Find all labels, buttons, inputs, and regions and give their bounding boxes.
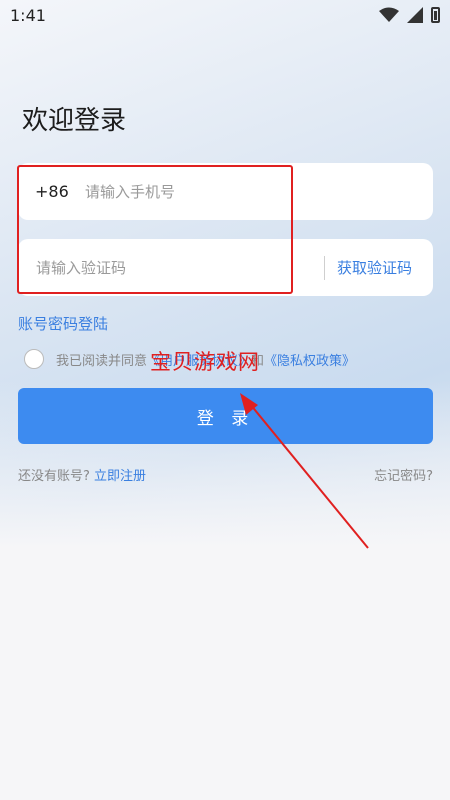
no-account-text: 还没有账号? [18, 469, 90, 484]
agreement-checkbox[interactable] [24, 349, 44, 369]
phone-field-card: +86 [18, 163, 433, 220]
bottom-row: 还没有账号? 立即注册 忘记密码? [18, 465, 433, 484]
get-code-button[interactable]: 获取验证码 [337, 257, 412, 278]
wifi-icon [379, 7, 399, 22]
status-icons [379, 7, 440, 23]
code-field-card: 获取验证码 [18, 239, 433, 296]
password-login-link[interactable]: 账号密码登陆 [18, 313, 108, 334]
verification-code-input[interactable] [36, 258, 306, 277]
cellular-signal-icon [407, 7, 423, 23]
country-code[interactable]: +86 [35, 182, 85, 201]
page-title: 欢迎登录 [22, 106, 127, 136]
agreement-prefix: 我已阅读并同意 [56, 353, 148, 369]
status-bar: 1:41 [0, 0, 450, 30]
battery-icon [431, 7, 440, 23]
register-prompt: 还没有账号? 立即注册 [18, 465, 146, 484]
login-button[interactable]: 登 录 [18, 388, 433, 444]
phone-input[interactable] [85, 182, 365, 201]
register-link[interactable]: 立即注册 [94, 469, 146, 484]
divider [324, 255, 325, 280]
watermark-text: 宝贝游戏网 [150, 350, 260, 374]
privacy-policy-link[interactable]: 《隐私权政策》 [264, 354, 355, 369]
forgot-password-link[interactable]: 忘记密码? [374, 465, 433, 484]
status-time: 1:41 [10, 5, 46, 25]
